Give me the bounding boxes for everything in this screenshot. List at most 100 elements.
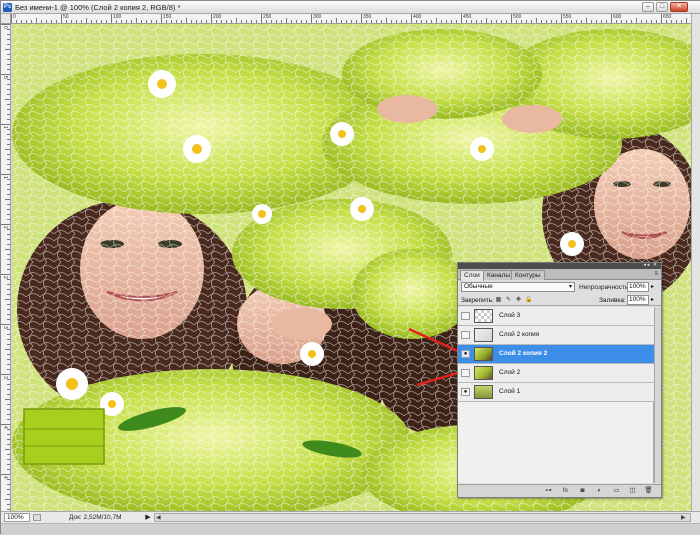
fill-input[interactable]: 100% bbox=[627, 295, 649, 305]
zoom-input[interactable]: 100% bbox=[4, 513, 30, 522]
ruler-tick bbox=[7, 319, 10, 320]
ruler-tick bbox=[1, 324, 10, 325]
ruler-tick bbox=[526, 20, 527, 23]
visibility-toggle-icon[interactable] bbox=[461, 369, 470, 377]
tab-channels[interactable]: Каналы bbox=[483, 270, 515, 280]
ruler-tick bbox=[7, 414, 10, 415]
lock-transparency-icon[interactable]: ▦ bbox=[495, 297, 502, 304]
ruler-tick bbox=[616, 20, 617, 23]
ruler-tick bbox=[641, 20, 642, 23]
ruler-tick bbox=[91, 20, 92, 23]
document-size: Док: 2,52M/10,7M bbox=[69, 514, 122, 521]
title-bar[interactable]: Ps Без имени-1 @ 100% (Слой 2 копия 2, R… bbox=[1, 1, 700, 14]
ruler-tick bbox=[556, 20, 557, 23]
ruler-tick bbox=[7, 259, 10, 260]
layer-row-sloi-1[interactable]: ● Слой 1 bbox=[458, 383, 654, 402]
ruler-tick bbox=[7, 379, 10, 380]
ruler-tick bbox=[231, 20, 232, 23]
link-layers-icon[interactable]: ⊶ bbox=[544, 487, 553, 495]
vertical-ruler[interactable]: 0 5 1 1 2 2 3 3 4 4 bbox=[1, 24, 11, 511]
panel-collapse-icon[interactable]: ◂◂ ✕ bbox=[643, 262, 658, 268]
ruler-tick bbox=[681, 20, 682, 23]
new-group-icon[interactable]: ▭ bbox=[612, 487, 621, 495]
panel-menu-icon[interactable]: ≡ bbox=[654, 271, 658, 277]
ruler-tick bbox=[7, 484, 10, 485]
ruler-tick bbox=[191, 20, 192, 23]
tab-paths[interactable]: Контуры bbox=[511, 270, 545, 280]
layer-list-scrollbar[interactable] bbox=[654, 307, 661, 483]
horizontal-scrollbar[interactable] bbox=[154, 513, 691, 522]
ruler-tick bbox=[5, 349, 10, 350]
layer-row-sloi-2[interactable]: Слой 2 bbox=[458, 364, 654, 383]
ruler-tick bbox=[256, 20, 257, 23]
scroll-right-icon[interactable]: ▶ bbox=[681, 514, 686, 521]
ruler-tick bbox=[181, 20, 182, 23]
ruler-tick bbox=[7, 454, 10, 455]
ruler-tick bbox=[636, 18, 637, 23]
visibility-toggle-icon[interactable] bbox=[461, 331, 470, 339]
layer-row-sloi-2-kopiya-2[interactable]: ● Слой 2 копия 2 bbox=[458, 345, 654, 364]
ruler-tick bbox=[7, 439, 10, 440]
layer-thumbnail bbox=[474, 385, 493, 399]
ruler-tick bbox=[506, 20, 507, 23]
ruler-tick bbox=[7, 59, 10, 60]
opacity-slider-icon[interactable]: ▸ bbox=[651, 283, 654, 290]
scroll-left-icon[interactable]: ◀ bbox=[156, 514, 161, 521]
layer-style-icon[interactable]: fx bbox=[561, 487, 570, 495]
visibility-toggle-icon[interactable] bbox=[461, 312, 470, 320]
eye-icon[interactable]: ● bbox=[461, 388, 470, 396]
ruler-tick bbox=[7, 229, 10, 230]
ruler-label: 2 bbox=[2, 226, 8, 229]
tab-layers[interactable]: Слои bbox=[460, 270, 484, 281]
ruler-tick bbox=[7, 434, 10, 435]
ruler-tick bbox=[7, 344, 10, 345]
ruler-tick bbox=[7, 479, 10, 480]
ruler-tick bbox=[7, 359, 10, 360]
ruler-origin[interactable] bbox=[1, 14, 11, 24]
ruler-tick bbox=[491, 20, 492, 23]
maximize-button[interactable]: □ bbox=[656, 2, 668, 12]
ruler-tick bbox=[16, 20, 17, 23]
ruler-tick bbox=[7, 404, 10, 405]
ruler-tick bbox=[7, 29, 10, 30]
ruler-tick bbox=[7, 369, 10, 370]
ruler-tick bbox=[126, 20, 127, 23]
minimize-button[interactable]: – bbox=[642, 2, 654, 12]
eye-icon[interactable]: ● bbox=[461, 350, 470, 358]
ruler-tick bbox=[5, 499, 10, 500]
status-info-icon[interactable] bbox=[33, 514, 41, 521]
ruler-tick bbox=[1, 374, 10, 375]
adjustment-layer-icon[interactable]: ◐ bbox=[595, 487, 604, 495]
ruler-tick bbox=[601, 20, 602, 23]
ruler-tick bbox=[7, 314, 10, 315]
ruler-tick bbox=[531, 20, 532, 23]
ruler-tick bbox=[7, 269, 10, 270]
ruler-tick bbox=[586, 18, 587, 23]
lock-position-icon[interactable]: ✥ bbox=[515, 297, 522, 304]
lock-image-icon[interactable]: ✎ bbox=[505, 297, 512, 304]
ruler-tick bbox=[341, 20, 342, 23]
ruler-label: 4 bbox=[2, 476, 8, 479]
ruler-tick bbox=[1, 174, 10, 175]
layer-name: Слой 3 bbox=[499, 312, 521, 319]
trash-icon[interactable]: 🗑 bbox=[644, 487, 653, 495]
opacity-input[interactable]: 100% bbox=[627, 282, 649, 292]
layer-row-sloi-3[interactable]: Слой 3 bbox=[458, 307, 654, 326]
ruler-tick bbox=[266, 20, 267, 23]
blend-mode-value: Обычные bbox=[464, 283, 493, 290]
ruler-tick bbox=[131, 20, 132, 23]
close-button[interactable]: ✕ bbox=[670, 2, 688, 12]
horizontal-ruler[interactable]: 0 50 100 150 200 250 300 350 400 450 500 550 600 650 bbox=[11, 14, 691, 24]
layer-row-sloi-2-kopiya[interactable]: Слой 2 копия bbox=[458, 326, 654, 345]
add-mask-icon[interactable]: ◙ bbox=[578, 487, 587, 495]
fill-slider-icon[interactable]: ▸ bbox=[651, 296, 654, 303]
new-layer-icon[interactable]: ◫ bbox=[628, 487, 637, 495]
lock-all-icon[interactable]: 🔒 bbox=[525, 297, 532, 304]
blend-mode-select[interactable]: Обычные ▾ bbox=[461, 282, 575, 292]
vertical-scrollbar[interactable] bbox=[691, 14, 700, 511]
ruler-tick bbox=[376, 20, 377, 23]
ruler-tick bbox=[386, 18, 387, 23]
ruler-tick bbox=[136, 18, 137, 23]
status-menu-icon[interactable]: ▶ bbox=[144, 513, 152, 522]
ruler-tick bbox=[7, 219, 10, 220]
